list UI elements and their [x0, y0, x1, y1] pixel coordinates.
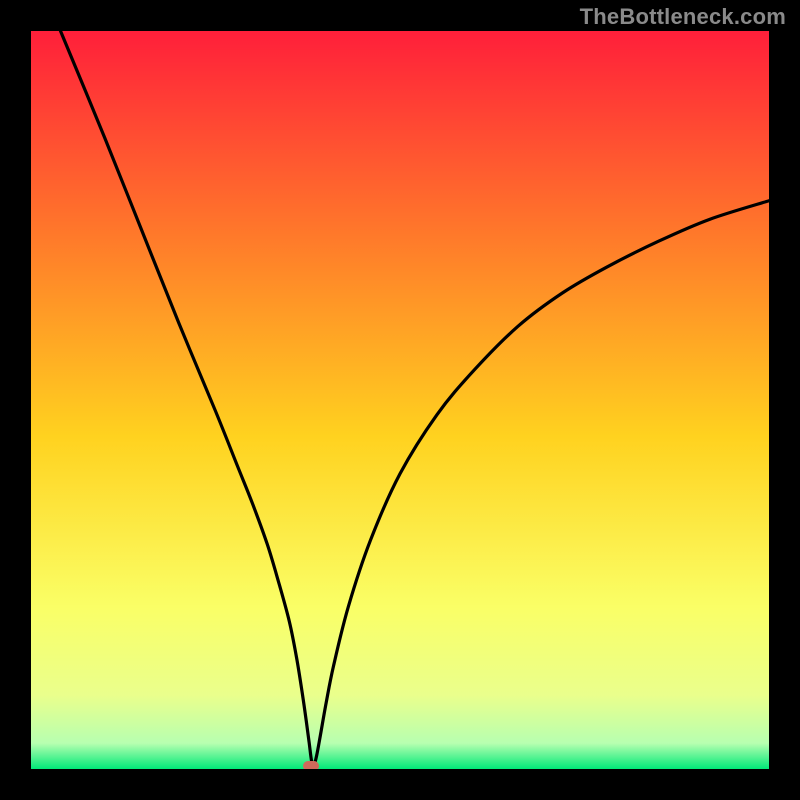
optimal-marker — [303, 761, 319, 769]
plot-area — [31, 31, 769, 769]
chart-frame: TheBottleneck.com — [0, 0, 800, 800]
bottleneck-curve — [31, 31, 769, 769]
watermark-text: TheBottleneck.com — [580, 4, 786, 30]
